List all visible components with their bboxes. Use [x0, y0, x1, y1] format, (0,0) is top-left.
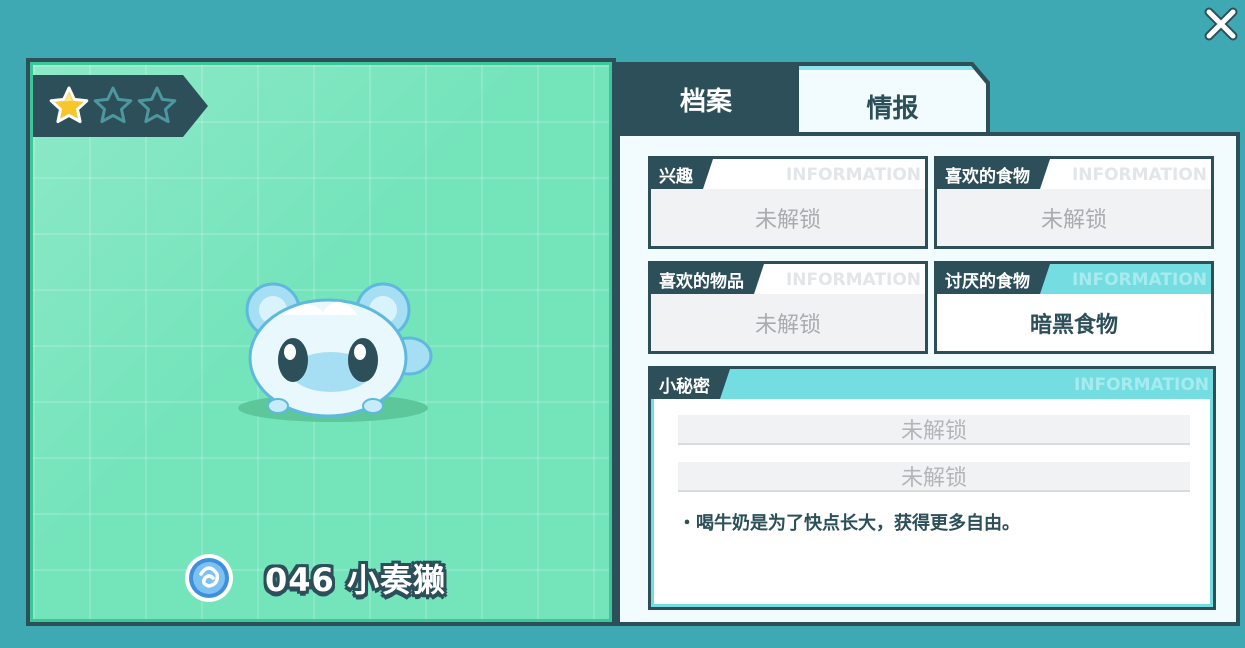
- pet-name-row: 046 小奏獭: [183, 550, 446, 606]
- tab-archive-label: 档案: [679, 86, 732, 117]
- card-title: 喜欢的物品: [651, 264, 764, 294]
- card-value: 未解锁: [651, 294, 925, 351]
- close-icon: [1204, 7, 1238, 41]
- star-empty-icon: [137, 86, 177, 124]
- tab-archive[interactable]: 档案: [616, 62, 796, 136]
- card-title: 讨厌的食物: [937, 264, 1050, 294]
- card-header: 讨厌的食物 INFORMATION: [937, 264, 1211, 294]
- star-filled-icon: [49, 86, 89, 124]
- star-rating: [33, 75, 208, 137]
- hobby-card: 兴趣 INFORMATION 未解锁: [648, 156, 928, 249]
- pet-name: 046 小奏獭: [265, 561, 446, 599]
- card-header: 兴趣 INFORMATION: [651, 159, 925, 189]
- star-empty-icon: [93, 86, 133, 124]
- card-watermark: INFORMATION: [785, 165, 921, 185]
- card-header: 喜欢的食物 INFORMATION: [937, 159, 1211, 189]
- pet-display-area: 046 小奏獭: [30, 62, 612, 622]
- card-header: 喜欢的物品 INFORMATION: [651, 264, 925, 294]
- close-button[interactable]: [1201, 4, 1241, 44]
- card-watermark: INFORMATION: [1071, 165, 1207, 185]
- secret-text: ・喝牛奶是为了快点长大，获得更多自由。: [678, 513, 1020, 534]
- card-watermark: INFORMATION: [1073, 375, 1209, 395]
- secret-locked-line: 未解锁: [678, 415, 1190, 445]
- card-value: 未解锁: [651, 189, 925, 246]
- disliked-food-card: 讨厌的食物 INFORMATION 暗黑食物: [934, 261, 1214, 354]
- secret-body: 未解锁 未解锁 ・喝牛奶是为了快点长大，获得更多自由。: [651, 399, 1213, 607]
- tab-info[interactable]: 情报: [795, 62, 990, 142]
- secret-card: 小秘密 INFORMATION 未解锁 未解锁 ・喝牛奶是为了快点长大，获得更多…: [648, 366, 1216, 610]
- card-value: 暗黑食物: [937, 294, 1211, 351]
- tab-info-inner: 情报: [799, 66, 986, 142]
- secret-locked-line: 未解锁: [678, 462, 1190, 492]
- card-title: 兴趣: [651, 159, 713, 189]
- card-title: 喜欢的食物: [937, 159, 1050, 189]
- water-orb-icon: [185, 554, 233, 602]
- pet-illustration: [238, 282, 433, 422]
- card-watermark: INFORMATION: [785, 270, 921, 290]
- info-panel-content: 兴趣 INFORMATION 未解锁 喜欢的食物 INFORMATION 未解锁…: [620, 136, 1236, 622]
- favorite-item-card: 喜欢的物品 INFORMATION 未解锁: [648, 261, 928, 354]
- card-header: 小秘密 INFORMATION: [651, 369, 1213, 399]
- pet-display-card: 046 小奏獭: [26, 58, 616, 626]
- favorite-food-card: 喜欢的食物 INFORMATION 未解锁: [934, 156, 1214, 249]
- card-watermark: INFORMATION: [1071, 270, 1207, 290]
- card-value: 未解锁: [937, 189, 1211, 246]
- tab-info-label: 情报: [866, 93, 919, 124]
- card-title: 小秘密: [651, 369, 730, 399]
- info-panel: 兴趣 INFORMATION 未解锁 喜欢的食物 INFORMATION 未解锁…: [616, 132, 1240, 626]
